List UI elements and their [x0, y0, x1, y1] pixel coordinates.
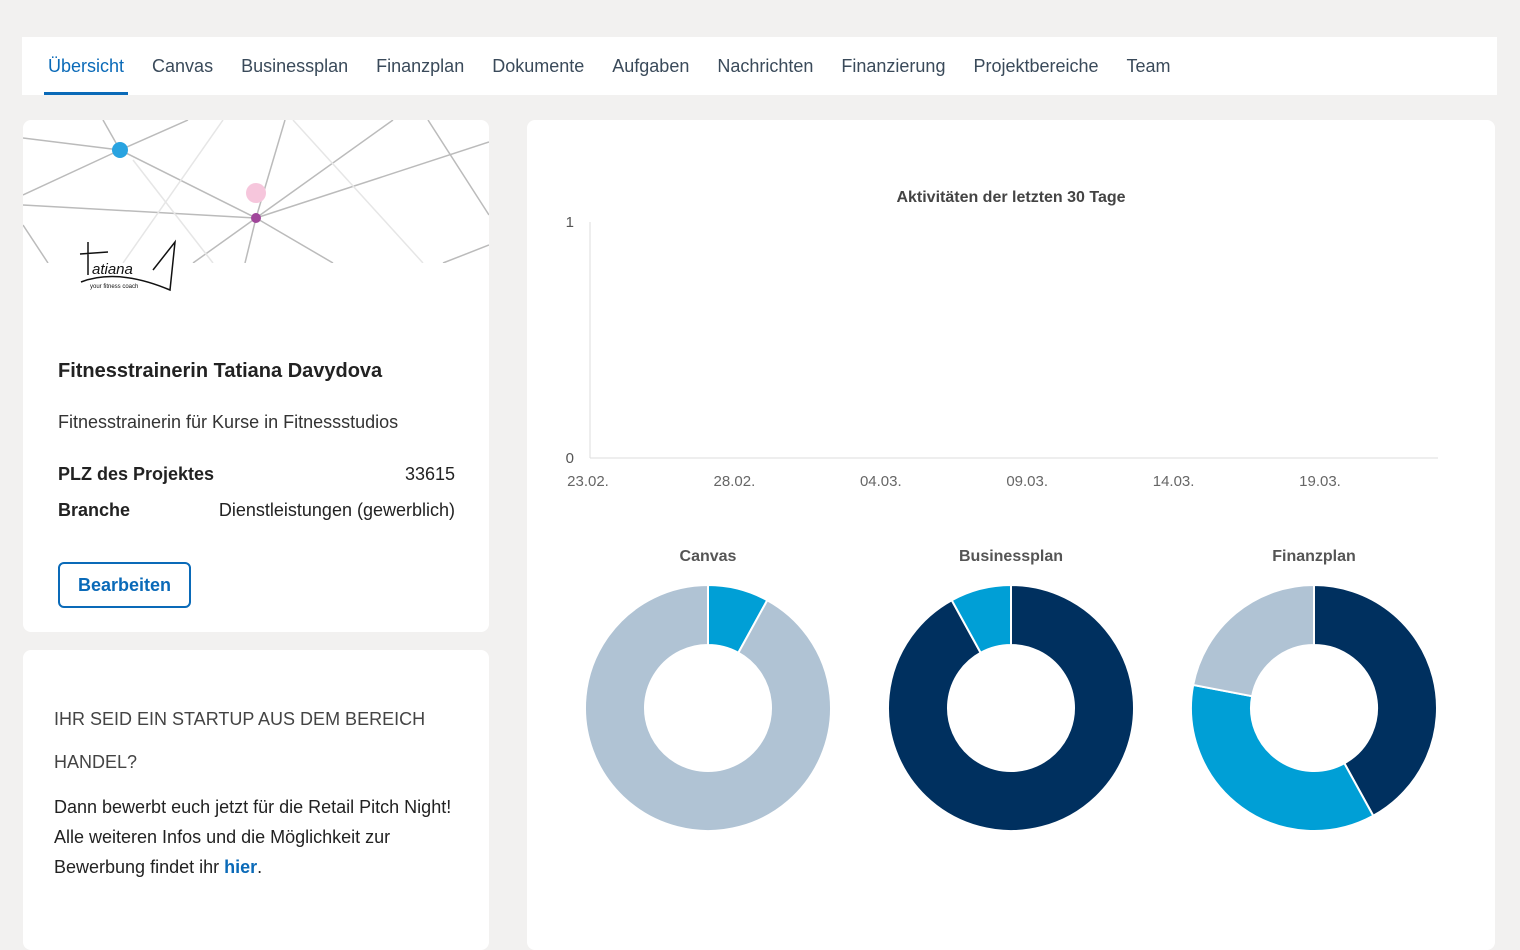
svg-text:your fitness coach: your fitness coach: [90, 284, 138, 290]
tab-canvas[interactable]: Canvas: [138, 37, 227, 95]
project-description: Fitnesstrainerin für Kurse in Fitnessstu…: [58, 412, 399, 432]
donut-title: Finanzplan: [1272, 548, 1356, 565]
tab-finanzplan[interactable]: Finanzplan: [362, 37, 478, 95]
tab-aufgaben[interactable]: Aufgaben: [598, 37, 703, 95]
field-label: Branche: [58, 500, 131, 520]
donut-title: Businessplan: [959, 548, 1063, 565]
donut-slice: [584, 583, 832, 832]
x-tick-label: 14.03.: [1153, 473, 1195, 490]
promo-period: .: [257, 857, 263, 877]
tab-nachrichten[interactable]: Nachrichten: [703, 37, 827, 95]
tab-finanzierung[interactable]: Finanzierung: [827, 37, 959, 95]
field-value: 33615: [404, 464, 455, 484]
x-tick-label: 04.03.: [860, 473, 902, 490]
promo-card: Ihr seid ein Startup aus dem Bereich Han…: [23, 650, 489, 950]
promo-heading: Ihr seid ein Startup aus dem Bereich Han…: [54, 709, 426, 772]
donut-slice: [1192, 583, 1315, 698]
tab-businessplan[interactable]: Businessplan: [227, 37, 362, 95]
stats-card: Aktivitäten der letzten 30 Tage 0 1 23.02. 2…: [527, 120, 1495, 950]
y-tick-label: 1: [566, 214, 574, 231]
x-tick-label: 09.03.: [1006, 473, 1048, 490]
field-plz: PLZ des Projektes 33615: [58, 464, 455, 485]
x-tick-label: 23.02.: [567, 473, 609, 490]
project-card: atiana your fitness coach Fitnesstrainer…: [23, 120, 489, 632]
tab-übersicht[interactable]: Übersicht: [34, 37, 138, 95]
x-tick-label: 19.03.: [1299, 473, 1341, 490]
field-label: PLZ des Projektes: [58, 464, 215, 484]
donut-slice: [1190, 683, 1375, 832]
tab-bar: Übersicht Canvas Businessplan Finanzplan Dok…: [22, 37, 1497, 95]
tab-team[interactable]: Team: [1113, 37, 1185, 95]
field-value: Dienstleistungen (gewerblich): [218, 500, 455, 520]
x-tick-label: 28.02.: [714, 473, 756, 490]
charts-area: Aktivitäten der letzten 30 Tage 0 1 23.02. 2…: [566, 189, 1438, 832]
y-tick-label: 0: [566, 450, 574, 467]
promo-link[interactable]: hier: [224, 857, 257, 877]
line-chart-title: Aktivitäten der letzten 30 Tage: [896, 189, 1125, 206]
field-branche: Branche Dienstleistungen (gewerblich): [58, 500, 455, 521]
tatiana-logo: atiana your fitness coach: [79, 239, 177, 292]
donut-title: Canvas: [680, 548, 737, 565]
project-title: Fitnesstrainerin Tatiana Davydova: [58, 360, 383, 382]
tab-dokumente[interactable]: Dokumente: [478, 37, 598, 95]
promo-text: Dann bewerbt euch jetzt für die Retail P…: [54, 792, 454, 882]
edit-button[interactable]: Bearbeiten: [58, 562, 191, 608]
svg-text:atiana: atiana: [92, 261, 133, 278]
tab-projektbereiche[interactable]: Projektbereiche: [959, 37, 1112, 95]
